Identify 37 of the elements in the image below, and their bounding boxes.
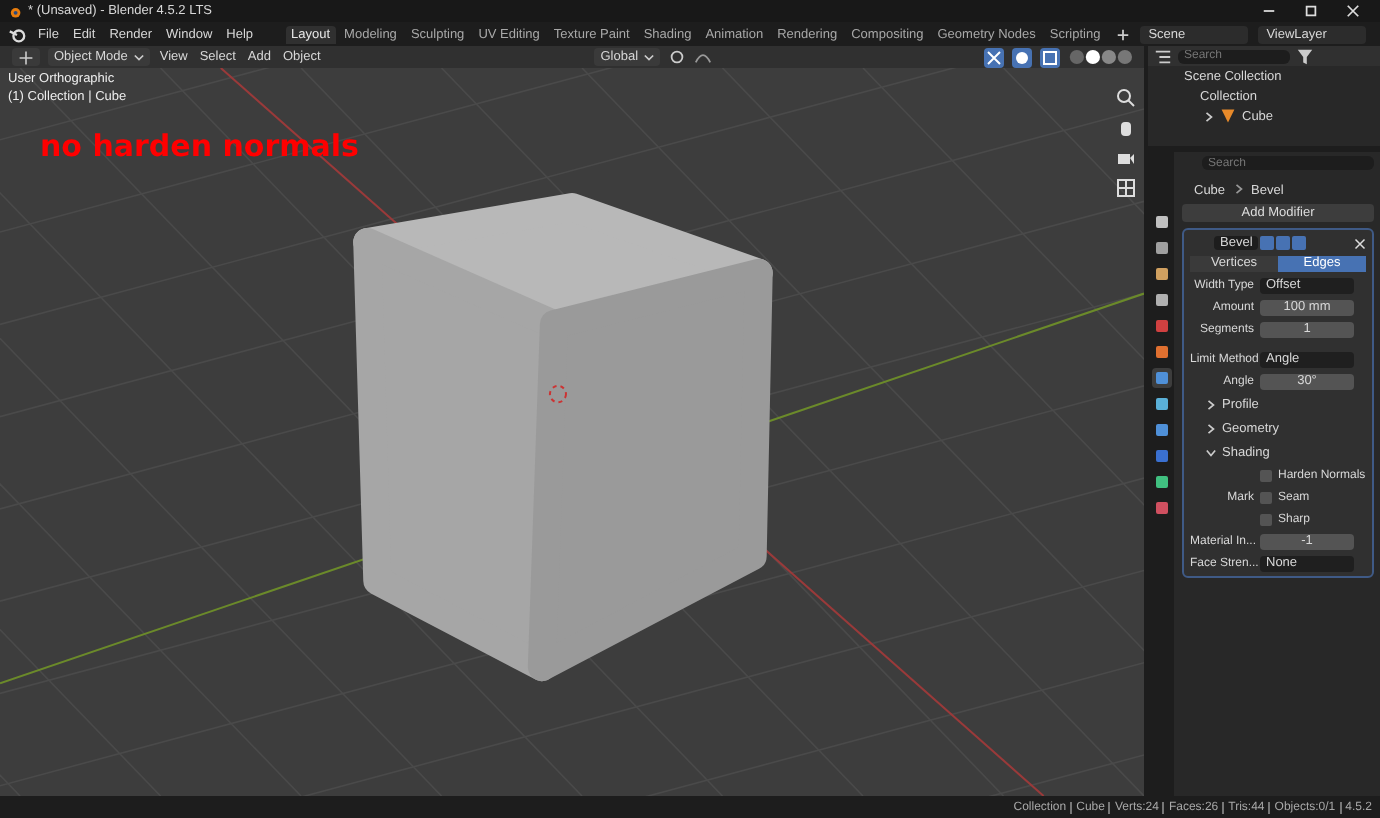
property-tab[interactable] (1151, 264, 1171, 284)
proportional-edit-icon[interactable] (694, 48, 713, 66)
add-workspace-icon[interactable] (1116, 27, 1131, 41)
checkbox[interactable] (1260, 491, 1272, 503)
checkbox[interactable] (1260, 469, 1272, 481)
checkbox[interactable] (1260, 513, 1272, 525)
property-tab[interactable] (1151, 238, 1171, 258)
mesh-object-icon (1220, 108, 1236, 124)
editor-type-dropdown[interactable] (12, 48, 40, 66)
zoom-icon[interactable] (1116, 88, 1136, 108)
property-tab[interactable] (1151, 472, 1171, 492)
gizmo-toggle-icon[interactable] (984, 47, 1004, 67)
viewport-toggle-icon[interactable] (1276, 236, 1291, 250)
minimize-icon[interactable] (1262, 4, 1276, 18)
render-toggle-icon[interactable] (1292, 236, 1307, 250)
close-icon[interactable] (1346, 4, 1360, 18)
property-tab[interactable] (1151, 498, 1171, 518)
property-tab[interactable] (1151, 342, 1171, 362)
grid-icon[interactable] (1116, 178, 1136, 198)
chevron-right-icon (1233, 184, 1244, 194)
close-icon[interactable] (1354, 237, 1366, 249)
property-tab[interactable] (1151, 212, 1171, 232)
edit-mode-toggle-icon[interactable] (1260, 236, 1275, 250)
overlays-toggle-icon[interactable] (1012, 47, 1032, 67)
xray-toggle-icon[interactable] (1040, 47, 1060, 67)
shading-modes-icon[interactable] (1068, 48, 1132, 66)
snap-icon[interactable] (668, 48, 687, 66)
caret-icon (644, 53, 655, 61)
camera-icon[interactable] (1116, 148, 1136, 168)
display-mode-icon[interactable] (1154, 47, 1172, 65)
maximize-icon[interactable] (1304, 4, 1318, 18)
caret-icon (133, 53, 144, 61)
property-tab[interactable] (1151, 290, 1171, 310)
property-tab[interactable] (1151, 394, 1171, 414)
property-tab[interactable] (1151, 368, 1171, 388)
property-tab[interactable] (1151, 420, 1171, 440)
annotation-text: no harden normals (40, 128, 359, 164)
